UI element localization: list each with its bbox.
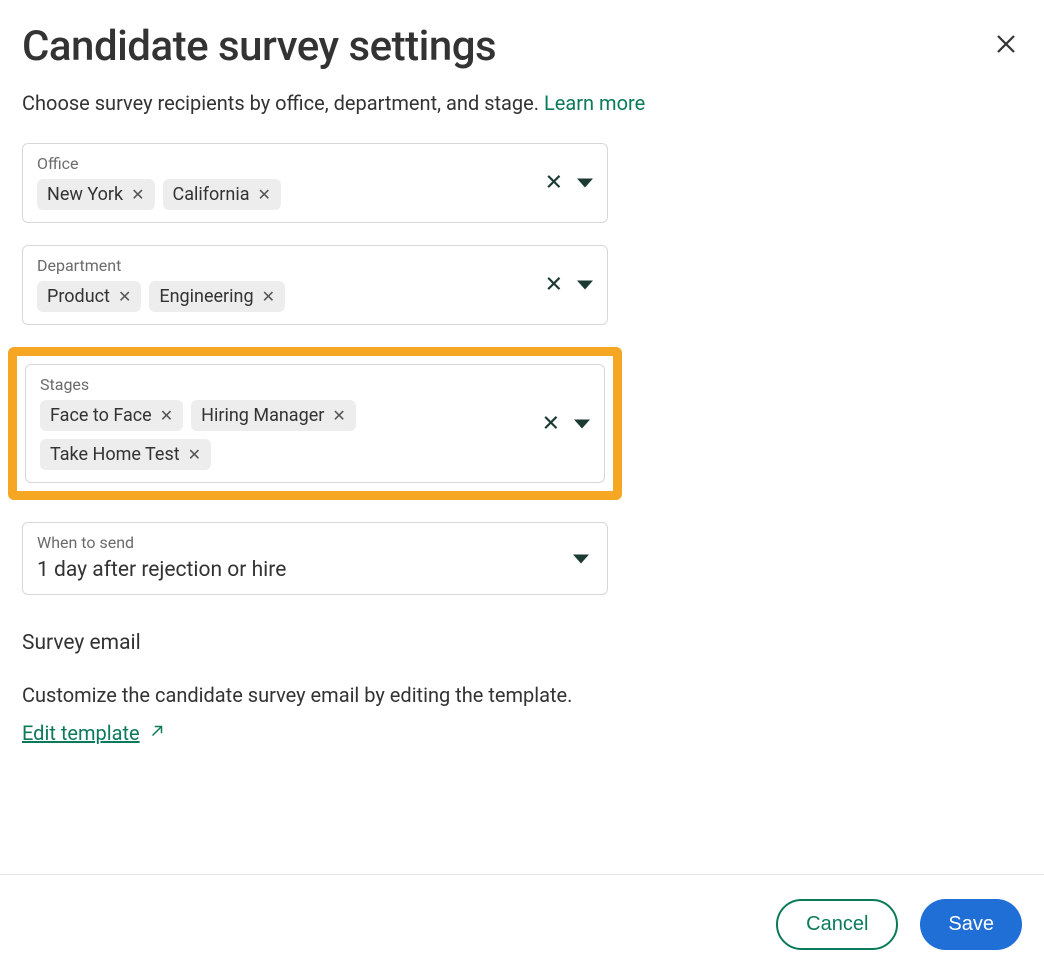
page-subtitle: Choose survey recipients by office, depa…	[22, 91, 1022, 115]
chip-label: Engineering	[159, 286, 253, 307]
chevron-down-icon[interactable]	[574, 419, 590, 428]
remove-chip-icon[interactable]: ✕	[258, 185, 271, 204]
clear-field-icon[interactable]: ✕	[542, 411, 560, 436]
subtitle-text: Choose survey recipients by office, depa…	[22, 91, 544, 115]
chip-label: Product	[47, 286, 110, 307]
office-chip: New York ✕	[37, 179, 155, 210]
chip-label: New York	[47, 184, 123, 205]
when-to-send-field[interactable]: When to send 1 day after rejection or hi…	[22, 522, 608, 595]
close-icon[interactable]	[990, 26, 1022, 67]
edit-template-link[interactable]: Edit template	[22, 721, 166, 745]
footer: Cancel Save	[0, 874, 1044, 974]
remove-chip-icon[interactable]: ✕	[188, 445, 201, 464]
save-button[interactable]: Save	[920, 899, 1022, 950]
remove-chip-icon[interactable]: ✕	[332, 406, 345, 425]
office-chip: California ✕	[163, 179, 281, 210]
remove-chip-icon[interactable]: ✕	[160, 406, 173, 425]
chip-label: Take Home Test	[50, 444, 180, 465]
office-field[interactable]: Office New York ✕ California ✕ ✕	[22, 143, 608, 223]
chevron-down-icon[interactable]	[577, 179, 593, 188]
office-label: Office	[37, 154, 593, 173]
stages-chip: Face to Face ✕	[40, 400, 183, 431]
remove-chip-icon[interactable]: ✕	[131, 185, 144, 204]
chip-label: Hiring Manager	[201, 405, 324, 426]
when-to-send-label: When to send	[37, 533, 593, 552]
survey-email-heading: Survey email	[22, 631, 1022, 655]
department-label: Department	[37, 256, 593, 275]
clear-field-icon[interactable]: ✕	[545, 171, 563, 196]
survey-email-description: Customize the candidate survey email by …	[22, 683, 1022, 707]
page-title: Candidate survey settings	[22, 22, 496, 71]
learn-more-link[interactable]: Learn more	[544, 91, 645, 115]
external-link-icon	[148, 721, 166, 745]
when-to-send-value: 1 day after rejection or hire	[37, 558, 593, 582]
department-chip: Engineering ✕	[149, 281, 285, 312]
chip-label: California	[173, 184, 250, 205]
department-field[interactable]: Department Product ✕ Engineering ✕ ✕	[22, 245, 608, 325]
stages-chip: Hiring Manager ✕	[191, 400, 356, 431]
chevron-down-icon[interactable]	[577, 281, 593, 290]
stages-highlight: Stages Face to Face ✕ Hiring Manager ✕ T…	[8, 347, 622, 500]
stages-label: Stages	[40, 375, 590, 394]
stages-chip: Take Home Test ✕	[40, 439, 211, 470]
edit-template-label: Edit template	[22, 721, 140, 745]
clear-field-icon[interactable]: ✕	[545, 273, 563, 298]
cancel-button[interactable]: Cancel	[776, 899, 898, 950]
chip-label: Face to Face	[50, 405, 152, 426]
department-chip: Product ✕	[37, 281, 141, 312]
remove-chip-icon[interactable]: ✕	[118, 287, 131, 306]
remove-chip-icon[interactable]: ✕	[262, 287, 275, 306]
chevron-down-icon[interactable]	[573, 554, 589, 563]
stages-field[interactable]: Stages Face to Face ✕ Hiring Manager ✕ T…	[25, 364, 605, 483]
